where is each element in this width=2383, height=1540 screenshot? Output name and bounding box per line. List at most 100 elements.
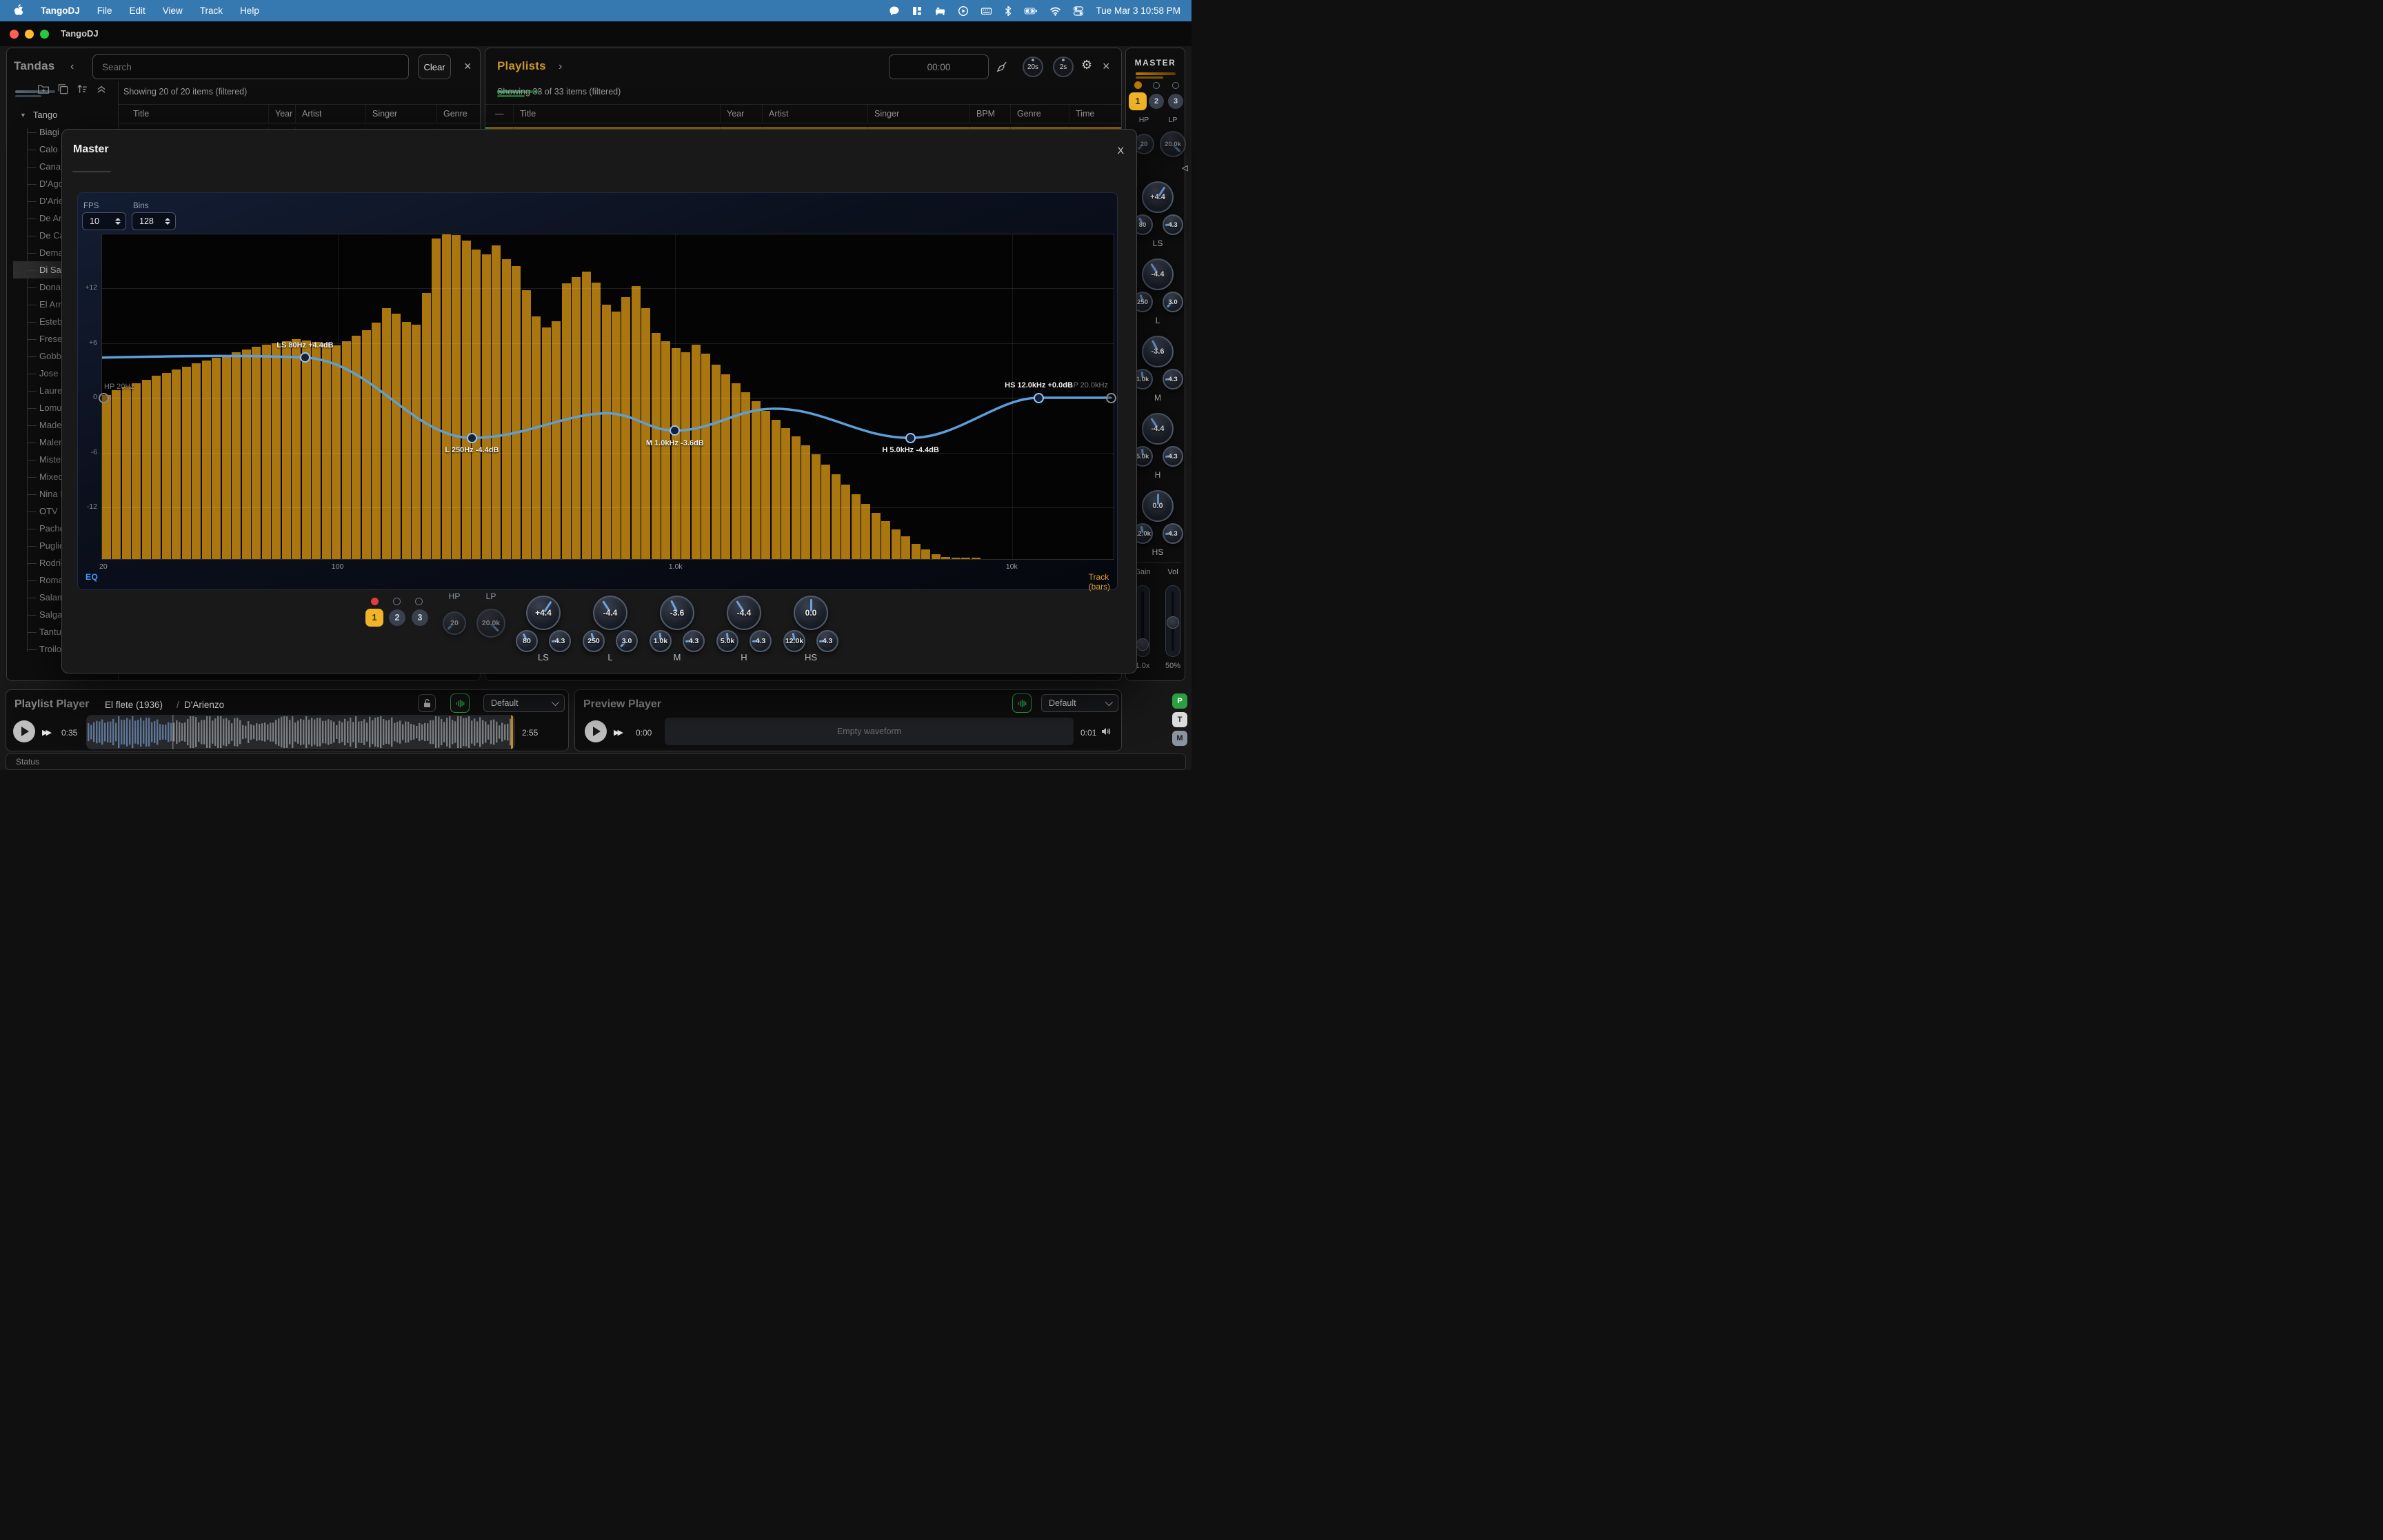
- eq-point-h[interactable]: [905, 433, 916, 443]
- gain-slider[interactable]: [1135, 585, 1150, 657]
- column-header-Year[interactable]: Year: [721, 105, 763, 123]
- clear-button[interactable]: Clear: [418, 54, 451, 79]
- m-button[interactable]: M: [1172, 731, 1187, 746]
- band-l-gain-knob[interactable]: -4.4: [593, 596, 627, 630]
- lp-point[interactable]: [1106, 393, 1116, 403]
- new-folder-icon[interactable]: [37, 83, 50, 95]
- preview-preset-dropdown[interactable]: Default: [1041, 694, 1118, 712]
- lock-button[interactable]: [418, 694, 436, 712]
- track-bars-label[interactable]: Track (bars): [1089, 572, 1110, 591]
- sidebar-band-l-gain-knob[interactable]: -4.4: [1142, 259, 1174, 290]
- gain-slider-handle[interactable]: [1136, 638, 1149, 651]
- sidebar-preset-button-3[interactable]: 3: [1168, 94, 1183, 109]
- bins-spinner[interactable]: 128: [132, 212, 176, 230]
- stepper-arrows-icon[interactable]: [115, 218, 121, 225]
- preview-play-button[interactable]: [585, 720, 607, 742]
- fast-forward-icon[interactable]: ▶▶: [42, 728, 50, 737]
- column-header-Genre[interactable]: Genre: [1011, 105, 1069, 123]
- fps-spinner[interactable]: 10: [82, 212, 126, 230]
- column-header-Singer[interactable]: Singer: [868, 105, 970, 123]
- window-title-bar[interactable]: TangoDJ: [0, 21, 1192, 46]
- apple-icon[interactable]: [14, 4, 23, 18]
- column-header-Time[interactable]: Time: [1069, 105, 1121, 123]
- preview-eq-toggle-button[interactable]: [1012, 693, 1032, 713]
- sidebar-lp-knob[interactable]: 20.0k: [1160, 131, 1186, 157]
- menu-clock[interactable]: Tue Mar 3 10:58 PM: [1096, 6, 1180, 16]
- sidebar-band-h-q-knob[interactable]: 4.3: [1163, 446, 1183, 467]
- band-h-gain-knob[interactable]: -4.4: [727, 596, 761, 630]
- search-input[interactable]: Search: [92, 54, 409, 79]
- vol-slider-handle[interactable]: [1167, 616, 1179, 629]
- gear-icon[interactable]: ⚙: [1081, 58, 1092, 72]
- p-button[interactable]: P: [1172, 693, 1187, 709]
- menu-item-help[interactable]: Help: [240, 6, 259, 16]
- band-ls-gain-knob[interactable]: +4.4: [526, 596, 561, 630]
- column-header-Artist[interactable]: Artist: [763, 105, 868, 123]
- skip-20s-button[interactable]: 20s: [1023, 57, 1043, 77]
- column-header-Title[interactable]: Title: [118, 105, 269, 123]
- band-m-q-knob[interactable]: 4.3: [683, 630, 705, 652]
- menu-item-track[interactable]: Track: [200, 6, 223, 16]
- eq-toggle-button[interactable]: [450, 693, 470, 713]
- column-header-Title[interactable]: Title: [514, 105, 721, 123]
- lp-knob[interactable]: 20.0k: [476, 609, 505, 638]
- broom-icon[interactable]: [996, 61, 1008, 73]
- close-traffic-light[interactable]: [10, 30, 19, 39]
- sidebar-collapse-arrow[interactable]: ◁: [1182, 163, 1187, 172]
- column-header-Year[interactable]: Year: [269, 105, 296, 123]
- tree-root-tango[interactable]: ▼ Tango: [13, 106, 123, 123]
- band-l-freq-knob[interactable]: 250: [583, 630, 605, 652]
- menu-item-view[interactable]: View: [163, 6, 183, 16]
- sidebar-band-hs-q-knob[interactable]: 4.3: [1163, 523, 1183, 544]
- play-button[interactable]: [13, 720, 35, 742]
- spectrum-eq-plot[interactable]: HP 20HzLP 20.0kHzLS 80Hz +4.4dBL 250Hz -…: [101, 234, 1114, 560]
- keyboard-icon[interactable]: [981, 6, 992, 17]
- column-header-—[interactable]: —: [485, 105, 514, 123]
- t-button[interactable]: T: [1172, 712, 1187, 727]
- chat-icon[interactable]: [889, 6, 900, 17]
- band-ls-freq-knob[interactable]: 80: [516, 630, 538, 652]
- band-hs-gain-knob[interactable]: 0.0: [794, 596, 828, 630]
- menu-item-tangodj[interactable]: TangoDJ: [41, 6, 80, 16]
- eq-point-l[interactable]: [467, 433, 477, 443]
- band-hs-freq-knob[interactable]: 12.0k: [783, 630, 805, 652]
- band-m-freq-knob[interactable]: 1.0k: [650, 630, 672, 652]
- vol-slider[interactable]: [1165, 585, 1180, 657]
- sidebar-band-m-q-knob[interactable]: 4.3: [1163, 369, 1183, 389]
- sidebar-band-ls-gain-knob[interactable]: +4.4: [1142, 181, 1174, 213]
- sidebar-preset-button-2[interactable]: 2: [1149, 94, 1164, 109]
- eq-point-ls[interactable]: [300, 352, 310, 363]
- sidebar-band-hs-gain-knob[interactable]: 0.0: [1142, 490, 1174, 522]
- column-header-BPM[interactable]: BPM: [970, 105, 1011, 123]
- column-header-Genre[interactable]: Genre: [437, 105, 481, 123]
- band-h-freq-knob[interactable]: 5.0k: [716, 630, 738, 652]
- band-ls-q-knob[interactable]: 4.3: [549, 630, 571, 652]
- eq-preset-dropdown[interactable]: Default: [483, 694, 565, 712]
- menu-item-edit[interactable]: Edit: [130, 6, 145, 16]
- band-l-q-knob[interactable]: 3.0: [616, 630, 638, 652]
- tandas-table-header[interactable]: TitleYearArtistSingerGenre: [118, 104, 481, 123]
- preview-fast-forward-icon[interactable]: ▶▶: [614, 728, 621, 737]
- skip-2s-button[interactable]: 2s: [1053, 57, 1074, 77]
- sort-icon[interactable]: [76, 83, 88, 95]
- band-hs-q-knob[interactable]: 4.3: [816, 630, 838, 652]
- sidebar-band-m-gain-knob[interactable]: -3.6: [1142, 336, 1174, 367]
- play-circle-icon[interactable]: [958, 6, 969, 17]
- column-header-Artist[interactable]: Artist: [296, 105, 366, 123]
- eq-tab-label[interactable]: EQ: [86, 572, 98, 582]
- modal-close-button[interactable]: X: [1118, 145, 1124, 156]
- playlists-close-icon[interactable]: ×: [1103, 60, 1110, 72]
- band-h-q-knob[interactable]: 4.3: [750, 630, 772, 652]
- playlists-fwd-chevron[interactable]: ›: [559, 61, 562, 73]
- speaker-icon[interactable]: [1100, 726, 1112, 740]
- sidebar-preset-button-1[interactable]: 1: [1129, 92, 1147, 110]
- battery-icon[interactable]: [1024, 6, 1038, 17]
- window-tiles-icon[interactable]: [912, 6, 923, 17]
- preset-button-3[interactable]: 3: [412, 609, 428, 626]
- wifi-icon[interactable]: [1049, 6, 1061, 16]
- tandas-back-chevron[interactable]: ‹: [70, 61, 74, 73]
- minimize-traffic-light[interactable]: [25, 30, 34, 39]
- sidebar-band-h-gain-knob[interactable]: -4.4: [1142, 413, 1174, 445]
- playlist-time-input[interactable]: 00:00: [889, 54, 989, 79]
- preset-button-2[interactable]: 2: [389, 609, 405, 626]
